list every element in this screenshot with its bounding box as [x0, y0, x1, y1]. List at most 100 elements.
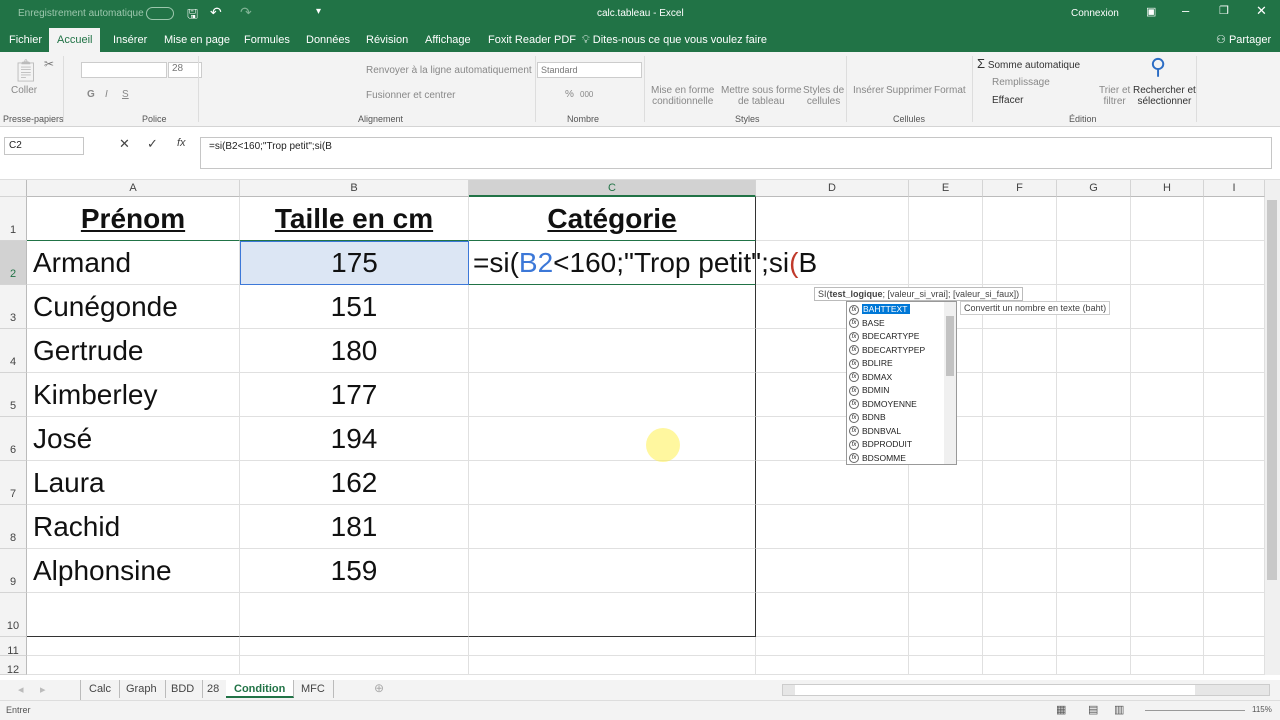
cell-I9[interactable]	[1204, 549, 1265, 593]
cell-B6[interactable]: 194	[240, 417, 469, 461]
cell-D7[interactable]	[756, 461, 909, 505]
cell-F4[interactable]	[983, 329, 1057, 373]
cell-A11[interactable]	[27, 637, 240, 656]
cell-C5[interactable]	[469, 373, 756, 417]
cell-D9[interactable]	[756, 549, 909, 593]
column-header-h[interactable]: H	[1131, 180, 1204, 197]
cell-C8[interactable]	[469, 505, 756, 549]
cell-G7[interactable]	[1057, 461, 1131, 505]
enter-icon[interactable]: ✓	[147, 136, 158, 152]
sheet-tab-mfc[interactable]: MFC	[293, 680, 334, 698]
paste-button[interactable]: Coller	[11, 85, 37, 96]
cell-I12[interactable]	[1204, 656, 1265, 675]
tab-donnees[interactable]: Données	[298, 28, 358, 52]
clear-button[interactable]: Effacer	[992, 95, 1024, 106]
autocomplete-item[interactable]: fx BDNB	[849, 411, 944, 424]
cell-D12[interactable]	[756, 656, 909, 675]
share-button[interactable]: ⚇ Partager	[1212, 28, 1275, 52]
autocomplete-item[interactable]: fx BDECARTYPEP	[849, 344, 944, 357]
select-all-corner[interactable]	[0, 180, 27, 197]
row-header-4[interactable]: 4	[0, 329, 27, 373]
cell-E8[interactable]	[909, 505, 983, 549]
cell-G11[interactable]	[1057, 637, 1131, 656]
cell-B8[interactable]: 181	[240, 505, 469, 549]
cell-H9[interactable]	[1131, 549, 1204, 593]
tab-fichier[interactable]: Fichier	[1, 28, 50, 52]
cell-H6[interactable]	[1131, 417, 1204, 461]
tab-formules[interactable]: Formules	[236, 28, 298, 52]
cell-A10[interactable]	[27, 593, 240, 637]
row-header-8[interactable]: 8	[0, 505, 27, 549]
page-break-icon[interactable]: ▥	[1114, 703, 1124, 716]
spreadsheet-grid[interactable]: A B C D E F G H I 1 Prénom Taille en cm Catégorie 2 Ar…	[0, 180, 1265, 675]
cell-H4[interactable]	[1131, 329, 1204, 373]
cell-E11[interactable]	[909, 637, 983, 656]
tab-affichage[interactable]: Affichage	[417, 28, 479, 52]
customize-qat-icon[interactable]: ▾	[316, 6, 321, 17]
cell-C6[interactable]	[469, 417, 756, 461]
cell-C1[interactable]: Catégorie	[469, 197, 756, 241]
row-header-12[interactable]: 12	[0, 656, 27, 675]
row-header-7[interactable]: 7	[0, 461, 27, 505]
save-icon[interactable]: 🖫	[187, 5, 198, 27]
conditional-format-button[interactable]: Mise en forme conditionnelle	[651, 85, 714, 107]
autocomplete-item[interactable]: fx BDLIRE	[849, 357, 944, 370]
cell-C3[interactable]	[469, 285, 756, 329]
cell-B4[interactable]: 180	[240, 329, 469, 373]
column-header-c[interactable]: C	[469, 180, 756, 197]
tell-me-search[interactable]: 💡︎ Dites-nous ce que vous voulez faire	[574, 28, 775, 52]
sheet-tab-condition[interactable]: Condition	[226, 680, 295, 698]
column-header-f[interactable]: F	[983, 180, 1057, 197]
cell-C10[interactable]	[469, 593, 756, 637]
percent-button[interactable]: %	[565, 89, 574, 100]
cell-E9[interactable]	[909, 549, 983, 593]
cell-A5[interactable]: Kimberley	[27, 373, 240, 417]
cell-B3[interactable]: 151	[240, 285, 469, 329]
cell-H1[interactable]	[1131, 197, 1204, 241]
autocomplete-item[interactable]: fx BDNBVAL	[849, 425, 944, 438]
autocomplete-scrollbar[interactable]	[944, 302, 956, 464]
cell-H8[interactable]	[1131, 505, 1204, 549]
add-sheet-icon[interactable]: ⊕	[374, 681, 384, 695]
page-layout-icon[interactable]: ▤	[1088, 703, 1098, 716]
cell-E2[interactable]	[909, 241, 983, 285]
row-header-9[interactable]: 9	[0, 549, 27, 593]
cell-C4[interactable]	[469, 329, 756, 373]
cell-F8[interactable]	[983, 505, 1057, 549]
cell-B7[interactable]: 162	[240, 461, 469, 505]
autocomplete-item[interactable]: fx BDSOMME	[849, 452, 944, 465]
cell-B1[interactable]: Taille en cm	[240, 197, 469, 241]
cell-I3[interactable]	[1204, 285, 1265, 329]
paste-icon[interactable]: 📋︎	[12, 58, 40, 84]
redo-icon[interactable]: ↷	[240, 4, 252, 21]
column-header-a[interactable]: A	[27, 180, 240, 197]
column-header-e[interactable]: E	[909, 180, 983, 197]
autocomplete-item[interactable]: fx BASE	[849, 317, 944, 330]
row-header-6[interactable]: 6	[0, 417, 27, 461]
font-size-select[interactable]: 28	[168, 62, 202, 78]
cell-I7[interactable]	[1204, 461, 1265, 505]
cell-D1[interactable]	[756, 197, 909, 241]
cell-H7[interactable]	[1131, 461, 1204, 505]
wrap-text-button[interactable]: Renvoyer à la ligne automatiquement	[366, 65, 532, 76]
cell-G9[interactable]	[1057, 549, 1131, 593]
autocomplete-item[interactable]: fx BDECARTYPE	[849, 330, 944, 343]
cell-I8[interactable]	[1204, 505, 1265, 549]
cell-B5[interactable]: 177	[240, 373, 469, 417]
cell-F11[interactable]	[983, 637, 1057, 656]
cell-styles-button[interactable]: Styles de cellules	[803, 85, 844, 107]
undo-icon[interactable]: ↶	[210, 4, 222, 21]
autocomplete-item[interactable]: fx BDMIN	[849, 384, 944, 397]
cell-C11[interactable]	[469, 637, 756, 656]
cell-C9[interactable]	[469, 549, 756, 593]
autosave-toggle[interactable]	[146, 7, 174, 20]
column-header-b[interactable]: B	[240, 180, 469, 197]
font-name-select[interactable]	[81, 62, 167, 78]
cell-F1[interactable]	[983, 197, 1057, 241]
find-select-button[interactable]: Rechercher et sélectionner	[1133, 85, 1196, 107]
insert-function-icon[interactable]: fx	[177, 137, 186, 149]
format-as-table-button[interactable]: Mettre sous forme de tableau	[721, 85, 802, 107]
cell-C7[interactable]	[469, 461, 756, 505]
cell-E12[interactable]	[909, 656, 983, 675]
insert-cells-button[interactable]: Insérer	[853, 85, 884, 96]
